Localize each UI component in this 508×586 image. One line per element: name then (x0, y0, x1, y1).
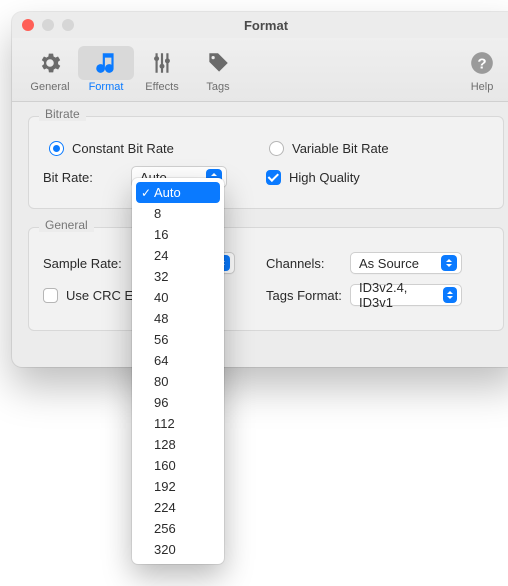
help-icon: ? (454, 46, 508, 80)
bitrate-dropdown-menu[interactable]: Auto816243240485664809611212816019222425… (132, 178, 224, 564)
bitrate-option[interactable]: Auto (136, 182, 220, 203)
bitrate-option[interactable]: 160 (136, 455, 220, 476)
high-quality-label: High Quality (289, 170, 360, 185)
general-group: General Sample Rate: Channels: As Source (28, 227, 504, 331)
bitrate-option[interactable]: 40 (136, 287, 220, 308)
tags-format-label: Tags Format: (266, 288, 350, 303)
high-quality-checkbox[interactable] (266, 170, 281, 185)
bitrate-option[interactable]: 256 (136, 518, 220, 539)
toolbar-format[interactable]: Format (78, 42, 134, 95)
toolbar-tags[interactable]: Tags (190, 42, 246, 95)
toolbar-label: General (30, 81, 69, 93)
bitrate-option[interactable]: 112 (136, 413, 220, 434)
toolbar-help[interactable]: ? Help (454, 42, 508, 95)
sample-rate-label: Sample Rate: (43, 256, 139, 271)
toolbar-label: Effects (145, 81, 178, 93)
content: Bitrate Constant Bit Rate Variable Bit R… (12, 102, 508, 367)
bitrate-option[interactable]: 8 (136, 203, 220, 224)
bitrate-option[interactable]: 192 (136, 476, 220, 497)
variable-bitrate-label: Variable Bit Rate (292, 141, 389, 156)
bitrate-option[interactable]: 96 (136, 392, 220, 413)
use-crc-checkbox[interactable] (43, 288, 58, 303)
bitrate-option[interactable]: 224 (136, 497, 220, 518)
tags-format-popup[interactable]: ID3v2.4, ID3v1 (350, 284, 462, 306)
svg-text:?: ? (477, 55, 486, 72)
channels-value: As Source (359, 256, 419, 271)
variable-bitrate-radio[interactable] (269, 141, 284, 156)
tags-format-value: ID3v2.4, ID3v1 (359, 280, 437, 310)
group-legend: General (39, 218, 94, 232)
constant-bitrate-label: Constant Bit Rate (72, 141, 174, 156)
channels-label: Channels: (266, 256, 350, 271)
bitrate-option[interactable]: 56 (136, 329, 220, 350)
preferences-window: Format General Format Effects Tags (12, 12, 508, 367)
toolbar-label: Tags (206, 81, 229, 93)
bitrate-group: Bitrate Constant Bit Rate Variable Bit R… (28, 116, 504, 209)
toolbar-label: Help (471, 81, 494, 93)
window-title: Format (12, 18, 508, 33)
sliders-icon (134, 46, 190, 80)
bitrate-option[interactable]: 48 (136, 308, 220, 329)
bitrate-option[interactable]: 128 (136, 434, 220, 455)
bitrate-option[interactable]: 320 (136, 539, 220, 560)
bitrate-label: Bit Rate: (43, 170, 131, 185)
bitrate-option[interactable]: 16 (136, 224, 220, 245)
toolbar-label: Format (89, 81, 124, 93)
updown-icon (443, 287, 457, 303)
toolbar: General Format Effects Tags ? Help (12, 38, 508, 102)
constant-bitrate-radio[interactable] (49, 141, 64, 156)
group-legend: Bitrate (39, 107, 86, 121)
channels-popup[interactable]: As Source (350, 252, 462, 274)
tag-icon (190, 46, 246, 80)
toolbar-effects[interactable]: Effects (134, 42, 190, 95)
updown-icon (441, 255, 457, 271)
bitrate-option[interactable]: 24 (136, 245, 220, 266)
music-note-icon (78, 46, 134, 80)
gear-icon (22, 46, 78, 80)
titlebar: Format (12, 12, 508, 38)
bitrate-option[interactable]: 32 (136, 266, 220, 287)
use-crc-label: Use CRC E (66, 288, 133, 303)
bitrate-option[interactable]: 64 (136, 350, 220, 371)
bitrate-option[interactable]: 80 (136, 371, 220, 392)
toolbar-general[interactable]: General (22, 42, 78, 95)
